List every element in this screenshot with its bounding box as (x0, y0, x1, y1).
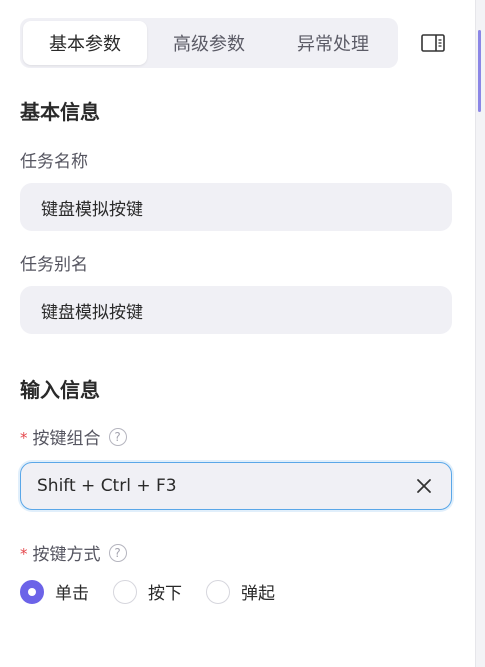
task-name-field[interactable]: 键盘模拟按键 (20, 183, 452, 231)
key-combo-label: 按键组合 (32, 429, 101, 449)
key-combo-value: Shift + Ctrl + F3 (37, 476, 177, 496)
radio-option-press[interactable]: 按下 (113, 579, 182, 604)
key-mode-label: 按键方式 (32, 545, 101, 565)
task-alias-field[interactable]: 键盘模拟按键 (20, 286, 452, 334)
radio-label-press: 按下 (148, 584, 182, 604)
scrollbar-track[interactable] (475, 0, 485, 667)
required-mark: * (20, 545, 28, 563)
key-combo-input[interactable]: Shift + Ctrl + F3 (20, 462, 452, 510)
radio-option-click[interactable]: 单击 (20, 579, 89, 604)
close-icon[interactable] (415, 477, 433, 495)
radio-label-click: 单击 (55, 584, 89, 604)
task-alias-label: 任务别名 (20, 255, 88, 275)
question-circle-icon[interactable]: ? (108, 427, 127, 446)
task-alias-value: 键盘模拟按键 (41, 302, 143, 323)
radio-label-release: 弹起 (241, 584, 275, 604)
required-mark: * (20, 429, 28, 447)
tab-advanced-params[interactable]: 高级参数 (147, 21, 271, 65)
section-title-input-info: 输入信息 (20, 378, 100, 402)
tab-basic-params[interactable]: 基本参数 (23, 21, 147, 65)
task-name-label: 任务名称 (20, 152, 88, 172)
question-circle-icon[interactable]: ? (108, 543, 127, 562)
key-mode-label-row: * 按键方式 ? (20, 540, 127, 565)
section-title-basic-info: 基本信息 (20, 100, 100, 124)
radio-option-release[interactable]: 弹起 (206, 579, 275, 604)
key-combo-label-row: * 按键组合 ? (20, 424, 127, 449)
scrollbar-thumb[interactable] (478, 30, 481, 112)
settings-panel: 基本参数 高级参数 异常处理 基本信息 任务名称 键盘模拟按键 任务别名 键盘模… (0, 0, 476, 667)
radio-checked-icon (20, 579, 44, 604)
sidebar-panel-icon[interactable] (420, 31, 446, 55)
key-mode-radio-group: 单击 按下 弹起 (20, 579, 299, 604)
radio-unchecked-icon (113, 579, 137, 604)
tab-exception-handling[interactable]: 异常处理 (271, 21, 395, 65)
radio-unchecked-icon (206, 579, 230, 604)
task-name-value: 键盘模拟按键 (41, 199, 143, 220)
tab-bar: 基本参数 高级参数 异常处理 (20, 18, 398, 68)
